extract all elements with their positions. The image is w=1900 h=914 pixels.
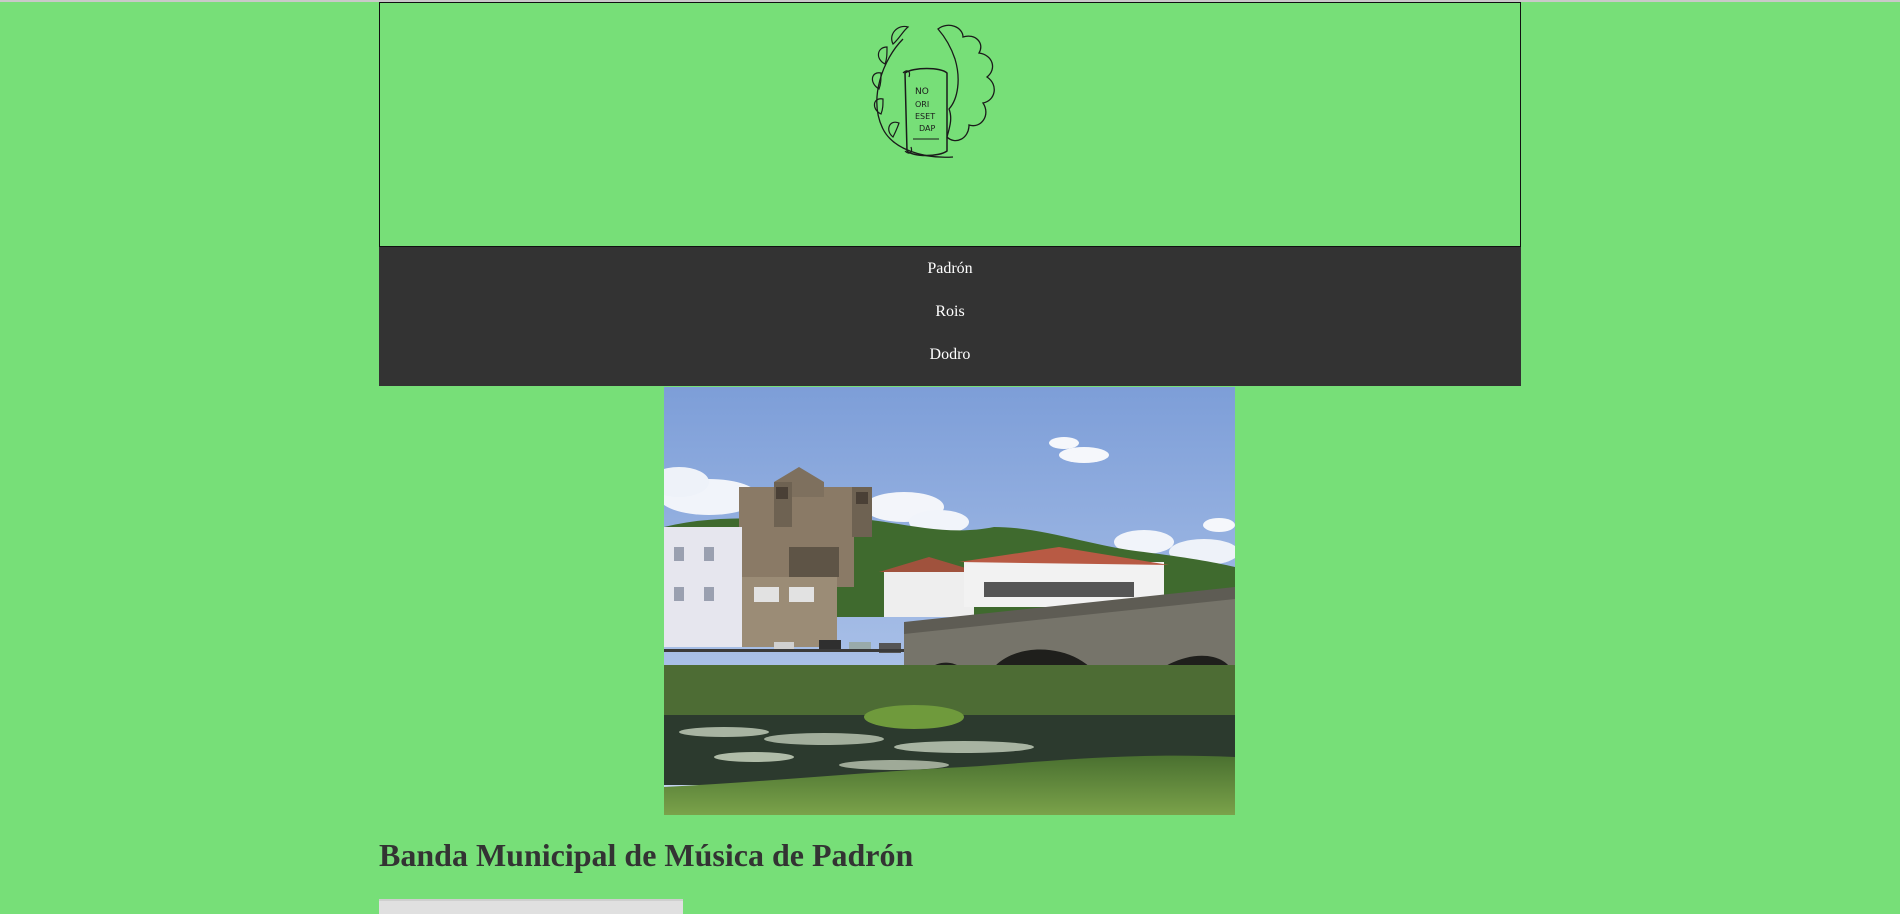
page-container: NO ORI ESET DAP Padrón Rois Dodro xyxy=(379,2,1521,386)
nav-item-padron[interactable]: Padrón xyxy=(927,257,972,300)
main-nav: Padrón Rois Dodro xyxy=(379,247,1521,386)
svg-text:DAP: DAP xyxy=(919,124,935,133)
svg-text:NO: NO xyxy=(915,87,929,97)
nav-item-dodro[interactable]: Dodro xyxy=(930,343,971,386)
svg-text:ESET: ESET xyxy=(915,112,935,121)
svg-text:ORI: ORI xyxy=(915,100,929,109)
orchestra-scroll-logo-icon[interactable]: NO ORI ESET DAP xyxy=(863,19,1013,163)
nav-item-rois[interactable]: Rois xyxy=(935,300,964,343)
site-header: NO ORI ESET DAP xyxy=(379,2,1521,247)
padron-bridge-church-photo-icon xyxy=(664,387,1235,815)
page-title: Banda Municipal de Música de Padrón xyxy=(379,837,914,873)
